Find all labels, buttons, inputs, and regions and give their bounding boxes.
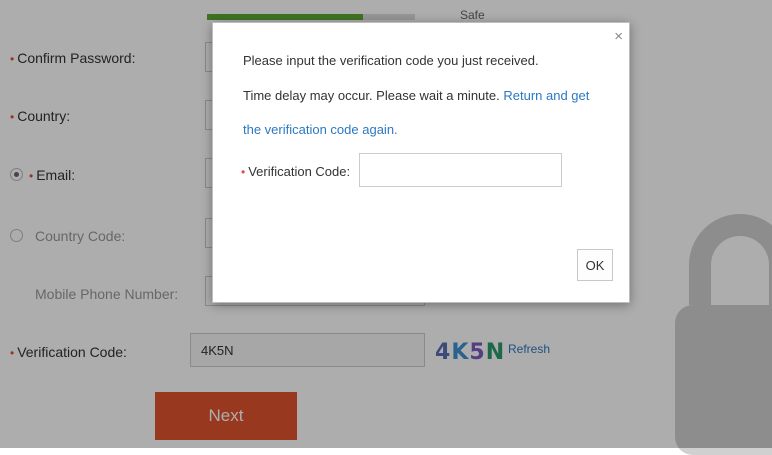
- resend-code-link-cont[interactable]: the verification code again.: [243, 122, 398, 137]
- dialog-message-line2: Time delay may occur. Please wait a minu…: [243, 88, 589, 103]
- verification-dialog: × Please input the verification code you…: [212, 22, 630, 303]
- dialog-code-label: • Verification Code:: [241, 164, 350, 179]
- required-marker: •: [241, 165, 246, 179]
- delay-text: Time delay may occur. Please wait a minu…: [243, 88, 500, 103]
- resend-code-link[interactable]: Return and get: [503, 88, 589, 103]
- dialog-code-input[interactable]: [359, 153, 562, 187]
- dialog-message-line3: the verification code again.: [243, 122, 398, 137]
- close-icon[interactable]: ×: [614, 29, 623, 44]
- ok-button[interactable]: OK: [577, 249, 613, 281]
- dialog-code-text: Verification Code:: [248, 164, 351, 179]
- dialog-message-line1: Please input the verification code you j…: [243, 53, 539, 68]
